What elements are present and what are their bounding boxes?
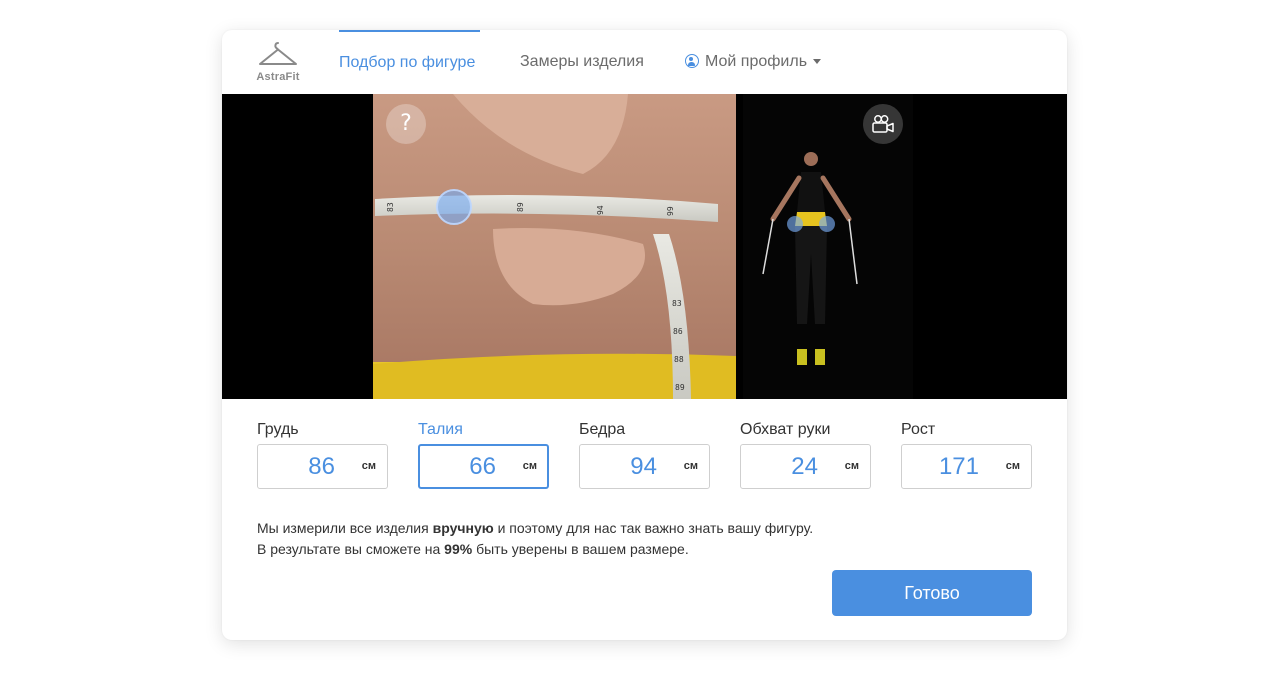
arm-input[interactable]: 24 см: [740, 444, 871, 489]
done-button-label: Готово: [904, 583, 960, 603]
video-tutorial-button[interactable]: [863, 104, 903, 144]
question-icon: ?: [400, 111, 412, 136]
help-button[interactable]: ?: [386, 104, 426, 144]
tab-garment-measurements[interactable]: Замеры изделия: [520, 30, 644, 94]
arm-value: 24: [791, 453, 818, 480]
tab-garment-measurements-label: Замеры изделия: [520, 53, 644, 70]
tape-number: 86: [673, 327, 683, 336]
tab-my-profile-label: Мой профиль: [705, 53, 808, 70]
waist-unit: см: [522, 460, 537, 472]
info-emphasis: вручную: [432, 520, 494, 536]
hips-label: Бедра: [579, 421, 626, 438]
tape-number: 99: [666, 206, 675, 216]
info-text-part: В результате вы сможете на: [257, 541, 445, 557]
tab-fit-by-figure[interactable]: Подбор по фигуре: [339, 30, 480, 96]
field-hips: Бедра 94 см: [579, 419, 710, 489]
info-line-1: Мы измерили все изделия вручную и поэтом…: [257, 518, 957, 539]
field-waist: Талия 66 см: [418, 419, 549, 489]
caret-down-icon: [813, 59, 822, 64]
height-unit: см: [1005, 460, 1020, 472]
info-text-part: Мы измерили все изделия: [257, 520, 433, 536]
fit-wizard-card: AstraFit Подбор по фигуре Замеры изделия…: [222, 30, 1067, 640]
tape-number: 89: [516, 202, 525, 212]
field-arm: Обхват руки 24 см: [740, 419, 871, 489]
height-value: 171: [938, 453, 979, 480]
tape-number: 89: [675, 383, 685, 392]
waist-label: Талия: [418, 421, 463, 438]
tape-number: 83: [386, 202, 395, 212]
tab-fit-by-figure-label: Подбор по фигуре: [339, 54, 476, 71]
height-input[interactable]: 171 см: [901, 444, 1032, 489]
info-text: Мы измерили все изделия вручную и поэтом…: [257, 518, 957, 560]
chest-value: 86: [308, 453, 335, 480]
arm-unit: см: [844, 460, 859, 472]
hanger-icon: [259, 42, 297, 65]
arm-label: Обхват руки: [740, 421, 831, 438]
field-height: Рост 171 см: [901, 419, 1032, 489]
hips-input[interactable]: 94 см: [579, 444, 710, 489]
instruction-media: 83 89 94 99 83 86 88 89 ?: [222, 94, 1067, 399]
waist-value: 66: [469, 453, 496, 480]
info-text-part: быть уверены в вашем размере.: [472, 541, 689, 557]
waist-input[interactable]: 66 см: [418, 444, 549, 489]
video-camera-icon: [872, 115, 894, 133]
info-text-part: и поэтому для нас так важно знать вашу ф…: [493, 520, 814, 536]
hips-value: 94: [630, 453, 657, 480]
tape-number: 88: [674, 355, 684, 364]
waist-measuring-photo: 83 89 94 99 83 86 88 89: [373, 94, 736, 399]
tape-number: 83: [672, 299, 682, 308]
tab-my-profile[interactable]: Мой профиль: [685, 30, 822, 94]
chest-label: Грудь: [257, 421, 299, 438]
field-chest: Грудь 86 см: [257, 419, 388, 489]
measurement-fields: Грудь 86 см Талия 66 см Бедра 94 см Обхв…: [257, 419, 1037, 489]
info-emphasis: 99%: [444, 541, 473, 557]
chest-input[interactable]: 86 см: [257, 444, 388, 489]
top-navigation: AstraFit Подбор по фигуре Замеры изделия…: [222, 30, 1067, 94]
info-line-2: В результате вы сможете на 99% быть увер…: [257, 539, 957, 560]
logo[interactable]: AstraFit: [254, 40, 302, 84]
user-circle-icon: [685, 54, 699, 68]
logo-text: AstraFit: [256, 71, 300, 83]
tape-number: 94: [596, 205, 605, 215]
done-button[interactable]: Готово: [832, 570, 1032, 616]
hips-unit: см: [683, 460, 698, 472]
chest-unit: см: [361, 460, 376, 472]
height-label: Рост: [901, 421, 936, 438]
